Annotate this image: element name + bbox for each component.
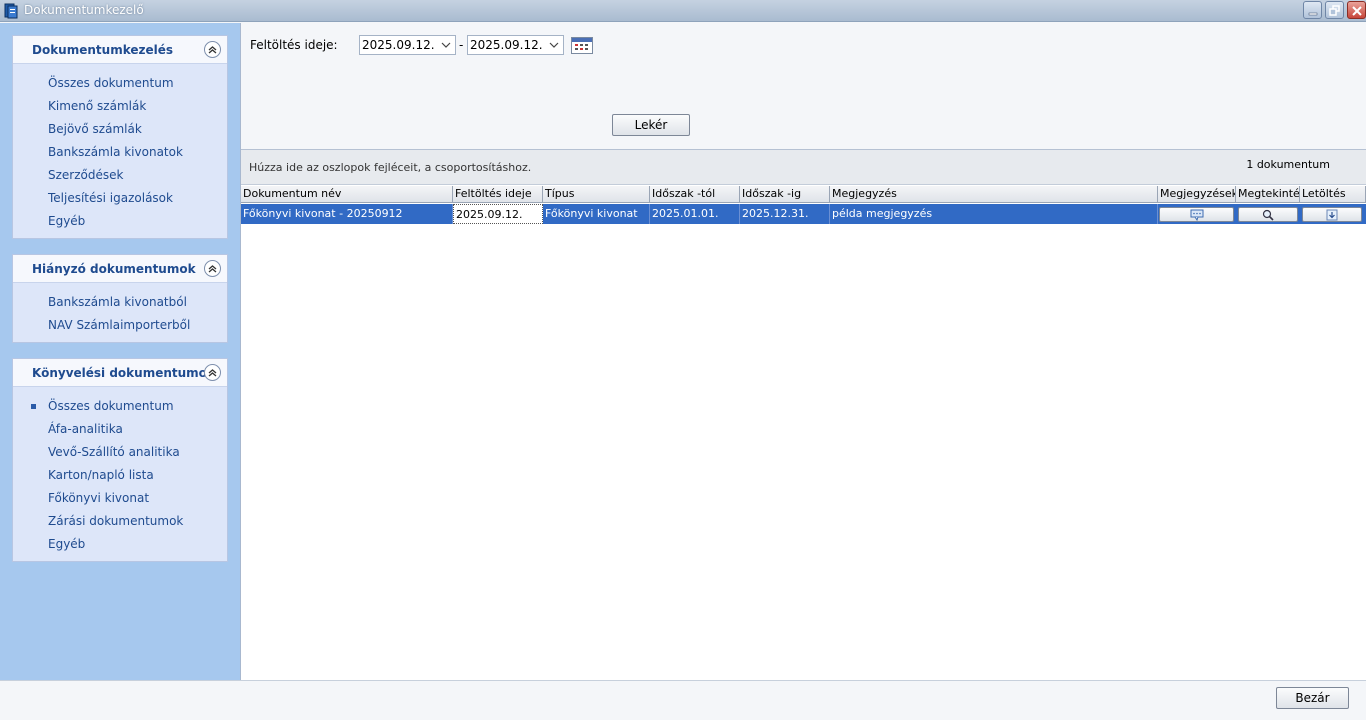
- cell-uploaded[interactable]: 2025.09.12.: [453, 204, 543, 224]
- collapse-chevron-icon[interactable]: [204, 260, 221, 277]
- sidebar-item-egyeb[interactable]: Egyéb: [13, 210, 227, 233]
- column-header-note[interactable]: Megjegyzés: [830, 186, 1158, 203]
- download-icon: [1326, 209, 1338, 221]
- documents-grid: Húzza ide az oszlopok fejléceit, a csopo…: [241, 149, 1366, 680]
- date-from-value: 2025.09.12.: [362, 38, 435, 52]
- sidebar-item-szerzodesek[interactable]: Szerződések: [13, 164, 227, 187]
- date-to-value: 2025.09.12.: [470, 38, 543, 52]
- grid-header: Dokumentum név Feltöltés ideje Típus Idő…: [241, 186, 1366, 203]
- panel-title: Könyvelési dokumentumok: [32, 366, 215, 380]
- cell-from[interactable]: 2025.01.01.: [650, 204, 740, 224]
- sidebar-item-fokonyvi-kivonat[interactable]: Főkönyvi kivonat: [13, 487, 227, 510]
- sidebar-item-osszes-dokumentum-selected[interactable]: Összes dokumentum: [13, 395, 227, 418]
- app-icon: [4, 3, 18, 19]
- sidebar-item-bejovo-szamlak[interactable]: Bejövő számlák: [13, 118, 227, 141]
- column-header-type[interactable]: Típus: [543, 186, 650, 203]
- column-header-from[interactable]: Időszak -tól: [650, 186, 740, 203]
- title-bar: Dokumentumkezelő: [0, 0, 1366, 22]
- panel-header[interactable]: Hiányzó dokumentumok: [13, 255, 227, 283]
- sidebar-item-vevo-szallito-analitika[interactable]: Vevő-Szállító analitika: [13, 441, 227, 464]
- restore-button[interactable]: [1325, 1, 1344, 19]
- column-header-name[interactable]: Dokumentum név: [241, 186, 453, 203]
- view-button[interactable]: [1238, 207, 1298, 222]
- chevron-down-icon[interactable]: [441, 42, 451, 48]
- close-window-button[interactable]: [1347, 1, 1366, 19]
- window-title: Dokumentumkezelő: [24, 3, 144, 17]
- column-header-to[interactable]: Időszak -ig: [740, 186, 830, 203]
- upload-date-label: Feltöltés ideje:: [250, 38, 338, 52]
- panel-header[interactable]: Könyvelési dokumentumok: [13, 359, 227, 387]
- panel-konyvelesi-dokumentumok: Könyvelési dokumentumok Összes dokumentu…: [12, 358, 228, 562]
- notes-button[interactable]: [1159, 207, 1234, 222]
- sidebar: Dokumentumkezelés Összes dokumentum Kime…: [0, 23, 240, 680]
- cell-name[interactable]: Főkönyvi kivonat - 20250912: [241, 204, 453, 224]
- panel-hianyzo-dokumentumok: Hiányzó dokumentumok Bankszámla kivonatb…: [12, 254, 228, 343]
- table-row[interactable]: Főkönyvi kivonat - 20250912 2025.09.12. …: [241, 204, 1366, 224]
- cell-to[interactable]: 2025.12.31.: [740, 204, 830, 224]
- sidebar-item-bankszamla-kivonatbol[interactable]: Bankszámla kivonatból: [13, 291, 227, 314]
- sidebar-item-nav-szamlaimporterbol[interactable]: NAV Számlaimporterből: [13, 314, 227, 337]
- download-button[interactable]: [1302, 207, 1362, 222]
- main-content: Feltöltés ideje: 2025.09.12. - 2025.09.1…: [240, 23, 1366, 680]
- date-from-picker[interactable]: 2025.09.12.: [359, 35, 456, 55]
- sidebar-item-kimeno-szamlak[interactable]: Kimenő számlák: [13, 95, 227, 118]
- cell-type[interactable]: Főkönyvi kivonat: [543, 204, 650, 224]
- chevron-down-icon[interactable]: [549, 42, 559, 48]
- sidebar-item-teljesitesi-igazolasok[interactable]: Teljesítési igazolások: [13, 187, 227, 210]
- collapse-chevron-icon[interactable]: [204, 41, 221, 58]
- cell-note[interactable]: példa megjegyzés: [830, 204, 1158, 224]
- column-header-notes[interactable]: Megjegyzések: [1158, 186, 1236, 203]
- comment-icon: [1190, 209, 1203, 221]
- sidebar-item-egyeb-2[interactable]: Egyéb: [13, 533, 227, 556]
- column-header-uploaded[interactable]: Feltöltés ideje: [453, 186, 543, 203]
- sidebar-item-osszes-dokumentum[interactable]: Összes dokumentum: [13, 72, 227, 95]
- document-count: 1 dokumentum: [1246, 158, 1330, 171]
- column-header-download[interactable]: Letöltés: [1300, 186, 1366, 203]
- column-header-view[interactable]: Megtekintés: [1236, 186, 1300, 203]
- sidebar-item-karton-naplo-lista[interactable]: Karton/napló lista: [13, 464, 227, 487]
- query-button[interactable]: Lekér: [612, 114, 690, 136]
- panel-header[interactable]: Dokumentumkezelés: [13, 36, 227, 64]
- panel-title: Dokumentumkezelés: [32, 43, 174, 57]
- calendar-icon[interactable]: [571, 37, 593, 54]
- panel-title: Hiányzó dokumentumok: [32, 262, 196, 276]
- date-separator: -: [459, 38, 464, 52]
- sidebar-item-afa-analitika[interactable]: Áfa-analitika: [13, 418, 227, 441]
- group-by-panel[interactable]: Húzza ide az oszlopok fejléceit, a csopo…: [241, 150, 1366, 185]
- selected-bullet-icon: [31, 404, 36, 409]
- group-hint-text: Húzza ide az oszlopok fejléceit, a csopo…: [249, 161, 532, 174]
- sidebar-item-label: Összes dokumentum: [48, 399, 174, 413]
- collapse-chevron-icon[interactable]: [204, 364, 221, 381]
- panel-dokumentumkezeles: Dokumentumkezelés Összes dokumentum Kime…: [12, 35, 228, 239]
- date-to-picker[interactable]: 2025.09.12.: [467, 35, 564, 55]
- magnifier-icon: [1262, 209, 1274, 221]
- close-button[interactable]: Bezár: [1276, 687, 1349, 709]
- minimize-button[interactable]: [1303, 1, 1322, 19]
- footer-bar: Bezár: [0, 680, 1366, 720]
- sidebar-item-bankszamla-kivonatok[interactable]: Bankszámla kivonatok: [13, 141, 227, 164]
- sidebar-item-zarasi-dokumentumok[interactable]: Zárási dokumentumok: [13, 510, 227, 533]
